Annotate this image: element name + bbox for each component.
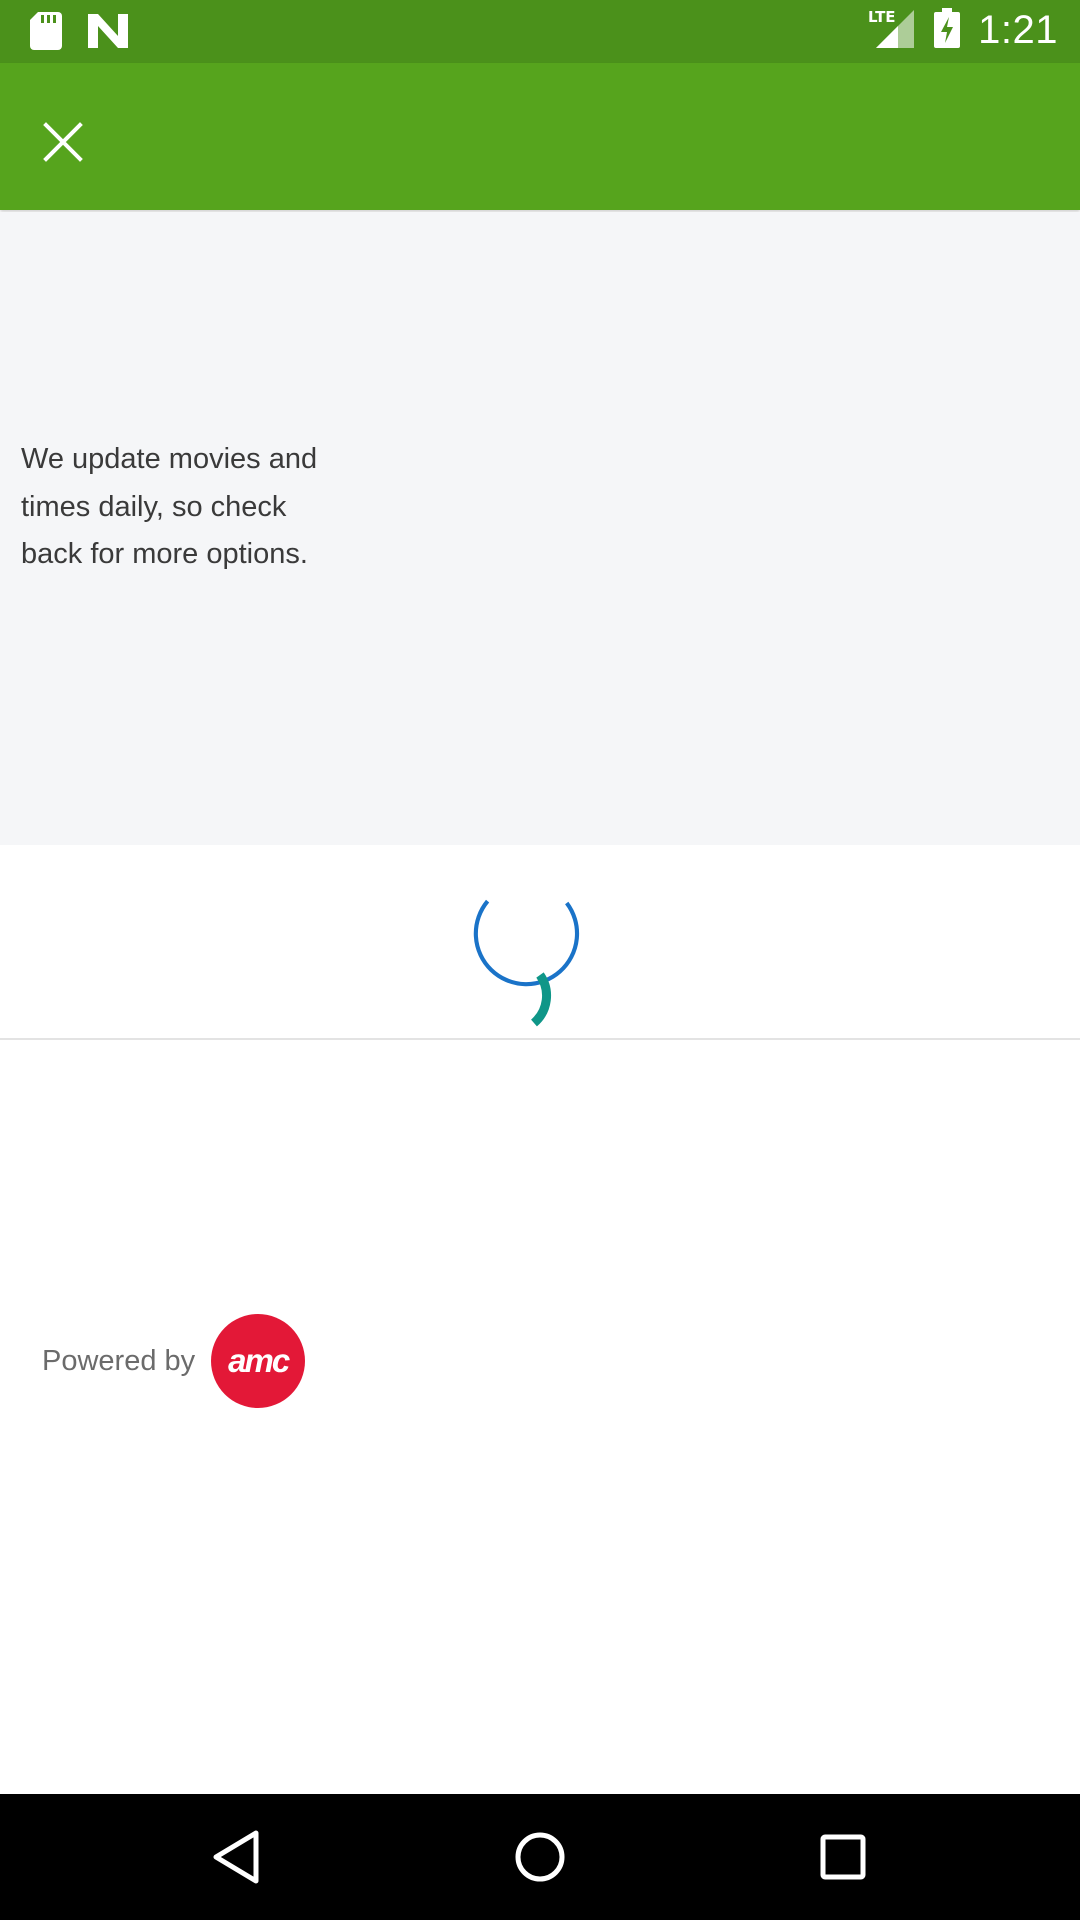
battery-charging-icon <box>934 8 961 53</box>
clock: 1:21 <box>978 8 1058 52</box>
loader-area <box>0 845 1080 1040</box>
app-bar <box>0 63 1080 210</box>
signal-icon: LTE <box>868 8 916 53</box>
info-message: We update movies and times daily, so che… <box>21 443 318 570</box>
recents-square-icon <box>820 1834 866 1880</box>
sd-card-icon <box>30 12 62 55</box>
screen: LTE 1:21 We update movies and times dail… <box>0 0 1080 1920</box>
powered-by: Powered by amc <box>42 1314 306 1408</box>
recents-button[interactable] <box>808 1822 878 1892</box>
status-bar: LTE 1:21 <box>0 0 1080 63</box>
powered-by-label: Powered by <box>42 1344 196 1377</box>
home-circle-icon <box>515 1832 565 1882</box>
info-panel: We update movies and times daily, so che… <box>0 212 1080 845</box>
n-logo-icon <box>88 14 128 53</box>
home-button[interactable] <box>505 1822 575 1892</box>
amc-logo: amc <box>211 1314 306 1408</box>
close-icon <box>43 122 83 162</box>
close-button[interactable] <box>28 107 98 177</box>
navigation-bar <box>0 1794 1080 1920</box>
network-label: LTE <box>868 8 896 26</box>
loading-spinner <box>473 899 580 1027</box>
amc-logo-text: amc <box>228 1342 290 1379</box>
back-button[interactable] <box>201 1822 271 1892</box>
back-triangle-icon <box>213 1830 259 1884</box>
